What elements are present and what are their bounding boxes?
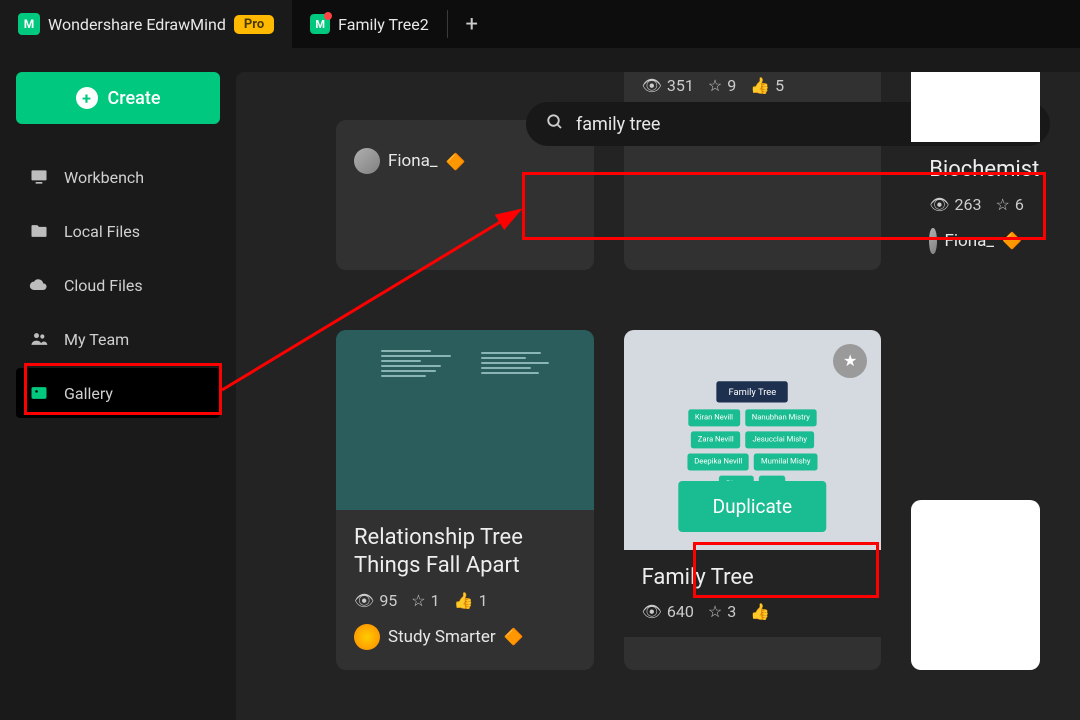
card-stats: 👁640 ☆3 👍	[642, 602, 864, 621]
template-card[interactable]	[911, 500, 1040, 670]
template-card-family-tree[interactable]: ★ Family Tree Kiran NevillNanubhan Mistr…	[624, 330, 882, 670]
template-card[interactable]: Biochemistr 👁263 ☆6 👍 Fiona_ 🔶	[911, 72, 1040, 270]
likes-stat: 👍5	[750, 76, 784, 95]
plus-circle-icon: +	[76, 87, 98, 109]
eye-icon: 👁	[642, 76, 662, 95]
card-stats: 👁263 ☆6 👍	[929, 195, 1022, 214]
like-icon: 👍	[750, 76, 770, 95]
tab-file[interactable]: M Family Tree2	[292, 0, 447, 48]
gallery-icon	[28, 382, 50, 404]
sidebar-item-label: Cloud Files	[64, 276, 143, 295]
star-icon: ☆	[995, 195, 1009, 214]
card-author: Fiona_ 🔶	[354, 148, 576, 174]
views-stat: 👁351	[642, 76, 694, 95]
sidebar-item-label: My Team	[64, 330, 129, 349]
sidebar-item-workbench[interactable]: Workbench	[16, 152, 220, 202]
like-icon: 👍	[1038, 195, 1040, 214]
duplicate-button[interactable]: Duplicate	[679, 481, 826, 532]
author-name: Fiona_	[388, 151, 438, 171]
sidebar-item-label: Workbench	[64, 168, 144, 187]
eye-icon: 👁	[642, 602, 662, 621]
create-label: Create	[108, 88, 161, 109]
pro-badge: Pro	[234, 15, 274, 34]
folder-icon	[28, 220, 50, 242]
sidebar-item-cloud-files[interactable]: Cloud Files	[16, 260, 220, 310]
card-stats: 👁351 ☆9 👍5	[642, 76, 864, 95]
app-logo-icon: M	[18, 13, 40, 35]
card-author: Fiona_ 🔶	[929, 228, 1022, 254]
sidebar-item-my-team[interactable]: My Team	[16, 314, 220, 364]
gem-icon: 🔶	[1002, 231, 1022, 250]
stars-stat: ☆9	[708, 76, 736, 95]
avatar	[354, 624, 380, 650]
author-name: Study Smarter	[388, 627, 496, 647]
card-title: Biochemistr	[929, 156, 1022, 185]
search-icon	[546, 113, 564, 135]
tree-root: Family Tree	[717, 381, 788, 402]
file-icon: M	[310, 14, 330, 34]
like-icon: 👍	[454, 591, 474, 610]
gem-icon: 🔶	[446, 152, 466, 171]
workbench-icon	[28, 166, 50, 188]
app-name: Wondershare EdrawMind	[48, 15, 226, 34]
content-area: Fiona_ 🔶 👁351 ☆9 👍5	[236, 72, 1080, 720]
cloud-icon	[28, 274, 50, 296]
author-name: Fiona_	[945, 231, 995, 251]
sidebar: + Create Workbench Local Files Cloud Fil…	[0, 48, 236, 720]
eye-icon: 👁	[354, 591, 374, 610]
sidebar-item-local-files[interactable]: Local Files	[16, 206, 220, 256]
card-title: Family Tree	[642, 564, 864, 593]
like-icon: 👍	[750, 602, 770, 621]
card-thumbnail: ★ Family Tree Kiran NevillNanubhan Mistr…	[624, 330, 882, 550]
gem-icon: 🔶	[504, 627, 524, 646]
star-icon: ☆	[708, 602, 722, 621]
avatar	[354, 148, 380, 174]
sidebar-item-label: Local Files	[64, 222, 140, 241]
favorite-button[interactable]: ★	[833, 344, 867, 378]
team-icon	[28, 328, 50, 350]
template-card-relationship-tree[interactable]: Relationship Tree Things Fall Apart 👁95 …	[336, 330, 594, 670]
sidebar-item-gallery[interactable]: Gallery	[16, 368, 220, 418]
card-stats: 👁95 ☆1 👍1	[354, 591, 576, 610]
card-thumbnail	[911, 500, 1040, 670]
star-icon: ☆	[708, 76, 722, 95]
card-author: Study Smarter 🔶	[354, 624, 576, 650]
add-tab-button[interactable]: +	[448, 12, 496, 37]
avatar	[929, 228, 936, 254]
star-icon: ☆	[411, 591, 425, 610]
create-button[interactable]: + Create	[16, 72, 220, 124]
tab-file-label: Family Tree2	[338, 15, 429, 34]
card-title: Relationship Tree Things Fall Apart	[354, 524, 576, 581]
eye-icon: 👁	[929, 195, 949, 214]
titlebar: M Wondershare EdrawMind Pro M Family Tre…	[0, 0, 1080, 48]
card-thumbnail	[336, 330, 594, 510]
card-thumbnail	[911, 72, 1040, 142]
sidebar-item-label: Gallery	[64, 384, 113, 403]
main: + Create Workbench Local Files Cloud Fil…	[0, 48, 1080, 720]
tab-app[interactable]: M Wondershare EdrawMind Pro	[0, 0, 292, 48]
template-grid: Fiona_ 🔶 👁351 ☆9 👍5	[236, 182, 1080, 670]
